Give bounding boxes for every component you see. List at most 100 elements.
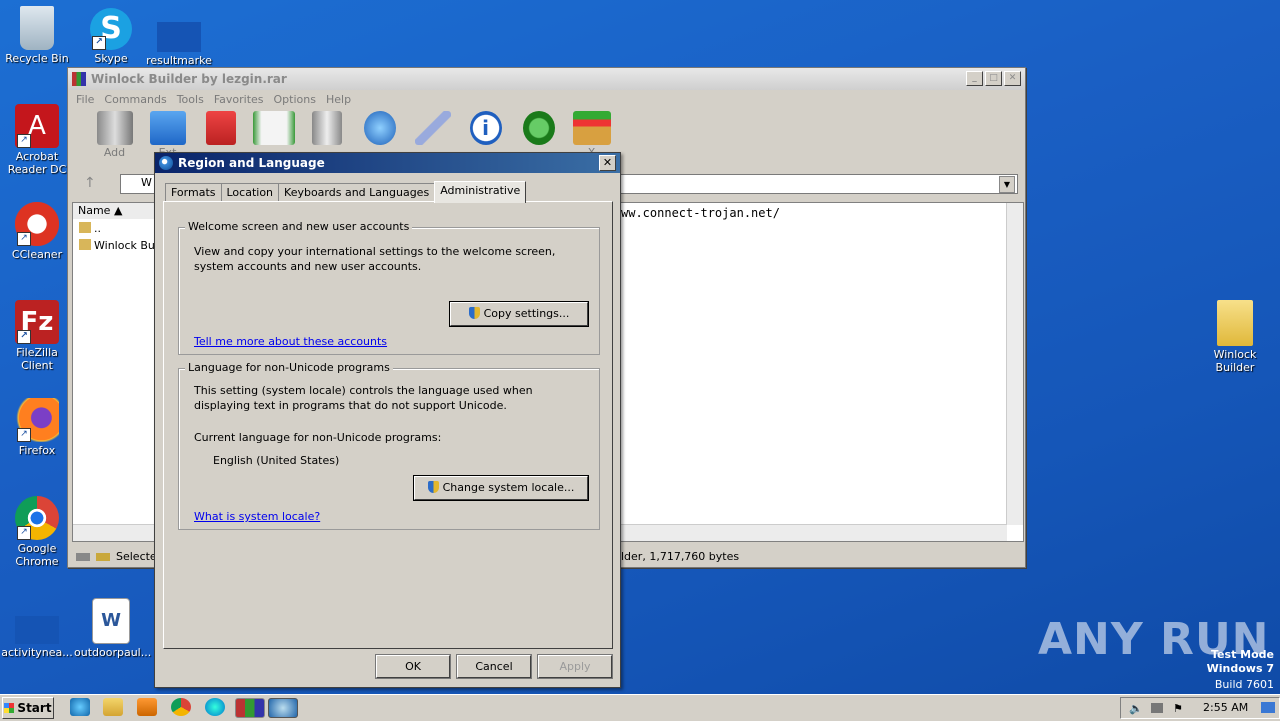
tool-add-button[interactable]: Add [88,111,141,159]
desktop-icon-firefox[interactable]: ↗ Firefox [0,398,74,457]
up-arrow-icon[interactable]: ↑ [84,175,96,191]
desktop-icon-label: outdoorpaul... [74,646,152,659]
tool-wizard-button[interactable] [406,111,459,146]
group-description: View and copy your international setting… [194,245,556,273]
close-button[interactable]: ✕ [1004,71,1021,86]
dialog-titlebar[interactable]: Region and Language ✕ [155,153,620,173]
shortcut-arrow-icon: ↗ [17,232,31,246]
tool-find-button[interactable] [353,111,406,146]
winrar-taskbar-icon[interactable] [235,698,265,718]
region-language-taskbar-icon[interactable] [268,698,298,718]
change-system-locale-button[interactable]: Change system locale... [414,476,588,500]
maximize-button[interactable]: □ [985,71,1002,86]
tab-formats[interactable]: Formats [165,183,222,202]
cancel-button[interactable]: Cancel [457,655,531,678]
media-player-icon[interactable] [137,698,157,716]
tab-location[interactable]: Location [220,183,280,202]
menu-help[interactable]: Help [321,93,356,106]
file-name: .. [94,222,101,235]
drive-icon [76,553,90,561]
windows-logo-icon [4,703,15,713]
test-mode-label: Test Mode [1211,648,1274,661]
tool-label: Add [103,146,126,159]
dialog-tabs: Formats Location Keyboards and Languages… [165,181,527,203]
network-icon[interactable] [1151,703,1163,713]
folder-icon [1217,300,1253,346]
apply-button[interactable]: Apply [538,655,612,678]
archive-comment-text: ww.connect-trojan.net/ [621,206,780,220]
vertical-scrollbar[interactable] [1006,203,1023,525]
status-right: lder, 1,717,760 bytes [621,550,740,563]
chrome-taskbar-icon[interactable] [171,698,191,716]
filezilla-icon: Fz ↗ [15,300,59,344]
desktop-icon-label: Acrobat Reader DC [7,150,67,176]
edge-icon[interactable] [205,698,225,716]
desktop-icon-outdoorpaul[interactable]: W outdoorpaul... [74,598,152,659]
build-label: Build 7601 [1214,678,1274,691]
tool-info-button[interactable]: i [459,111,512,146]
menu-commands[interactable]: Commands [99,93,171,106]
desktop-icon-label: Skype [94,52,128,65]
desktop-icon-label: FileZilla Client [16,346,58,372]
ok-button[interactable]: OK [376,655,450,678]
ie-icon[interactable] [70,698,90,716]
chrome-icon: ↗ [15,496,59,540]
desktop-icon-skype[interactable]: S ↗ Skype [74,8,148,65]
desktop-icon-ccleaner[interactable]: ↗ CCleaner [0,202,74,261]
explorer-folder-icon[interactable] [103,698,123,716]
accounts-help-link[interactable]: Tell me more about these accounts [194,335,387,348]
desktop-icon-label: resultmarke [146,54,212,67]
folder-up-icon [79,222,91,233]
winrar-menubar: File Commands Tools Favorites Options He… [68,90,1025,108]
shortcut-arrow-icon: ↗ [92,36,106,50]
shortcut-arrow-icon: ↗ [17,330,31,344]
copy-settings-button[interactable]: Copy settings... [450,302,588,326]
desktop-icon-chrome[interactable]: ↗ Google Chrome [0,496,74,568]
extract-folder-icon [149,111,186,145]
desktop-icon-winlock-builder[interactable]: Winlock Builder [1198,300,1272,374]
tool-delete-button[interactable] [300,111,353,146]
tool-test-button[interactable] [194,111,247,146]
menu-tools[interactable]: Tools [172,93,209,106]
desktop-icon-recycle-bin[interactable]: Recycle Bin [0,6,74,65]
tab-keyboards-languages[interactable]: Keyboards and Languages [278,183,436,202]
skype-icon: S ↗ [90,8,132,50]
desktop-icon-activitynea[interactable]: activitynea... [0,616,74,659]
system-locale-help-link[interactable]: What is system locale? [194,510,320,523]
administrative-panel: Welcome screen and new user accounts Vie… [163,201,613,649]
sfx-box-icon [572,111,611,145]
shortcut-arrow-icon: ↗ [17,134,31,148]
tool-view-button[interactable] [247,111,300,146]
tab-administrative[interactable]: Administrative [434,181,527,203]
file-icon [157,22,201,52]
column-header-name[interactable]: Name ▲ [73,203,161,219]
recycle-bin-icon [20,6,54,50]
file-item-parent[interactable]: .. [79,222,101,235]
winrar-app-icon [72,72,86,86]
desktop-icon-resultmarke[interactable]: resultmarke [142,22,216,67]
menu-favorites[interactable]: Favorites [209,93,269,106]
minimize-button[interactable]: _ [966,71,983,86]
start-button[interactable]: Start [2,697,54,719]
menu-options[interactable]: Options [269,93,321,106]
dialog-close-button[interactable]: ✕ [599,155,616,171]
desktop-icon-label: Recycle Bin [5,52,69,65]
winrar-title: Winlock Builder by lezgin.rar [91,72,287,86]
shortcut-arrow-icon: ↗ [17,428,31,442]
desktop-icon-filezilla[interactable]: Fz ↗ FileZilla Client [0,300,74,372]
start-label: Start [17,701,52,715]
info-icon: i [469,111,502,145]
menu-file[interactable]: File [71,93,99,106]
clock[interactable]: 2:55 AM [1203,698,1248,718]
desktop-icon-acrobat[interactable]: A ↗ Acrobat Reader DC [0,104,74,176]
word-doc-icon: W [92,598,130,644]
flag-icon[interactable]: ⚑ [1173,699,1183,719]
uac-shield-icon [468,307,480,319]
tool-virusscan-button[interactable] [512,111,565,146]
volume-icon[interactable]: 🔈 [1129,699,1143,719]
address-dropdown-button[interactable]: ▼ [999,176,1015,193]
virus-scan-icon [522,111,555,145]
show-desktop-icon[interactable] [1261,702,1275,713]
winrar-titlebar[interactable]: Winlock Builder by lezgin.rar _ □ ✕ [68,68,1025,90]
wizard-wand-icon [414,111,451,145]
